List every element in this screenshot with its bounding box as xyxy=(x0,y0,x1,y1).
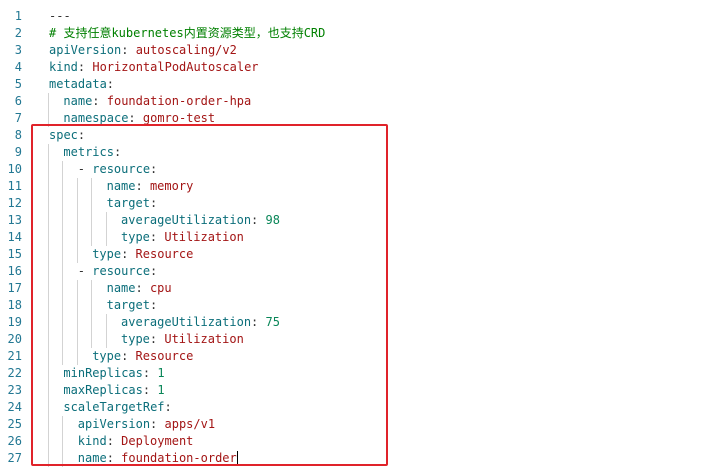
line-number: 11 xyxy=(7,179,22,193)
code-token: metadata xyxy=(49,77,107,91)
line-number: 4 xyxy=(14,60,22,74)
line-number: 8 xyxy=(14,128,22,142)
line-number: 18 xyxy=(7,298,22,312)
code-text: --- xyxy=(49,8,71,25)
code-token: : xyxy=(128,111,143,125)
code-token: namespace xyxy=(63,111,129,125)
code-token: autoscaling/v2 xyxy=(135,43,237,57)
code-token: --- xyxy=(49,9,71,23)
line-number: 15 xyxy=(7,247,22,261)
line-number: 24 xyxy=(7,400,22,414)
code-line[interactable]: 2 # 支持任意kubernetes内置资源类型，也支持CRD xyxy=(0,25,725,42)
code-token: apiVersion xyxy=(49,43,122,57)
line-number: 25 xyxy=(7,417,22,431)
code-line[interactable]: 3 apiVersion: autoscaling/v2 xyxy=(0,42,725,59)
code-line[interactable]: 4 kind: HorizontalPodAutoscaler xyxy=(0,59,725,76)
line-number: 9 xyxy=(14,145,22,159)
line-number: 21 xyxy=(7,349,22,363)
code-token: gomro-test xyxy=(142,111,216,125)
line-number: 12 xyxy=(7,196,22,210)
line-number: 2 xyxy=(14,26,22,40)
line-number: 10 xyxy=(7,162,22,176)
code-text: metadata: xyxy=(49,76,114,93)
line-number: 13 xyxy=(7,213,22,227)
code-token: : xyxy=(121,43,136,57)
line-number: 6 xyxy=(14,94,22,108)
indent-guide xyxy=(48,93,49,110)
line-number: 1 xyxy=(14,9,22,23)
code-token: foundation-order-hpa xyxy=(106,94,252,108)
code-editor[interactable]: 1 --- 2 # 支持任意kubernetes内置资源类型，也支持CRD 3 apiVe… xyxy=(0,0,725,474)
line-number: 19 xyxy=(7,315,22,329)
code-text: name: foundation-order-hpa xyxy=(63,93,251,110)
code-token: : xyxy=(92,94,107,108)
line-number: 20 xyxy=(7,332,22,346)
code-token: : xyxy=(77,60,93,74)
line-number: 3 xyxy=(14,43,22,57)
code-token: name xyxy=(63,94,93,108)
line-number: 7 xyxy=(14,111,22,125)
code-token: kind xyxy=(49,60,78,74)
line-number: 26 xyxy=(7,434,22,448)
line-number: 27 xyxy=(7,451,22,465)
line-number: 22 xyxy=(7,366,22,380)
code-token: # 支持任意kubernetes内置资源类型，也支持CRD xyxy=(49,26,326,40)
line-number: 23 xyxy=(7,383,22,397)
code-token: HorizontalPodAutoscaler xyxy=(92,60,259,74)
code-text: kind: HorizontalPodAutoscaler xyxy=(49,59,259,76)
code-token: : xyxy=(106,77,115,91)
line-number: 17 xyxy=(7,281,22,295)
code-line[interactable]: 1 --- xyxy=(0,8,725,25)
spec-highlight-box xyxy=(31,124,388,466)
line-number: 14 xyxy=(7,230,22,244)
line-number: 16 xyxy=(7,264,22,278)
code-text: apiVersion: autoscaling/v2 xyxy=(49,42,237,59)
code-text: # 支持任意kubernetes内置资源类型，也支持CRD xyxy=(49,25,325,42)
code-line[interactable]: 5 metadata: xyxy=(0,76,725,93)
line-number: 5 xyxy=(14,77,22,91)
code-line[interactable]: 6 name: foundation-order-hpa xyxy=(0,93,725,110)
